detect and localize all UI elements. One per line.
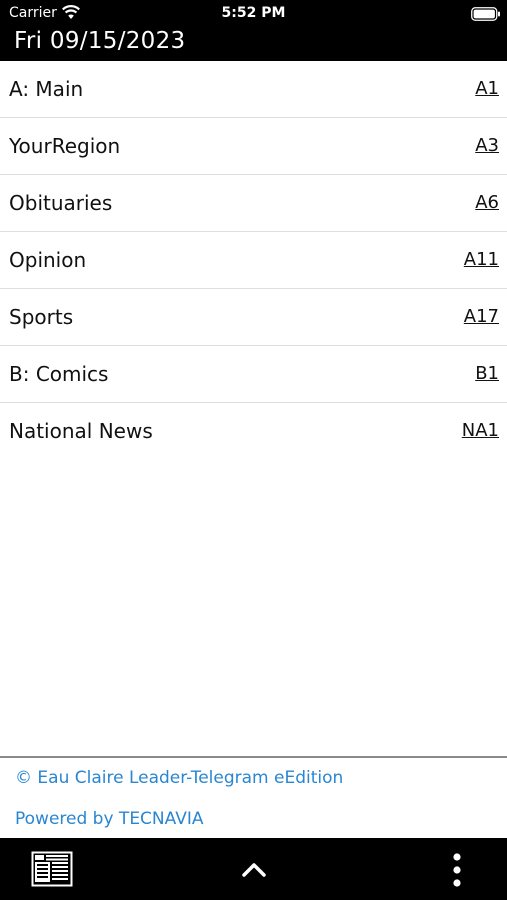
section-page-link[interactable]: A6 — [475, 192, 499, 213]
copyright-link[interactable]: © Eau Claire Leader-Telegram eEdition — [15, 768, 343, 788]
battery-icon — [471, 6, 501, 25]
section-row-yourregion[interactable]: YourRegion A3 — [0, 118, 507, 175]
section-row-national-news[interactable]: National News NA1 — [0, 403, 507, 459]
section-row-comics[interactable]: B: Comics B1 — [0, 346, 507, 403]
more-vertical-icon[interactable] — [446, 852, 468, 888]
footer: © Eau Claire Leader-Telegram eEdition Po… — [0, 756, 507, 840]
section-page-link[interactable]: NA1 — [462, 420, 499, 441]
status-bar: Carrier 5:52 PM — [0, 0, 507, 26]
edition-header: Fri 09/15/2023 — [0, 26, 507, 61]
edition-date: Fri 09/15/2023 — [14, 28, 186, 54]
section-name: YourRegion — [9, 134, 121, 158]
bottom-toolbar — [0, 838, 507, 900]
section-page-link[interactable]: A17 — [464, 306, 499, 327]
section-page-link[interactable]: A11 — [464, 249, 499, 270]
section-page-link[interactable]: B1 — [475, 363, 499, 384]
newspaper-icon[interactable] — [31, 851, 73, 887]
section-name: National News — [9, 419, 153, 443]
section-page-link[interactable]: A1 — [475, 78, 499, 99]
section-list: A: Main A1 YourRegion A3 Obituaries A6 O… — [0, 61, 507, 459]
section-name: A: Main — [9, 77, 84, 101]
powered-by-link[interactable]: Powered by TECNAVIA — [15, 809, 203, 829]
chevron-up-icon[interactable] — [238, 854, 270, 884]
section-row-sports[interactable]: Sports A17 — [0, 289, 507, 346]
section-row-main[interactable]: A: Main A1 — [0, 61, 507, 118]
section-name: Obituaries — [9, 191, 113, 215]
section-row-opinion[interactable]: Opinion A11 — [0, 232, 507, 289]
section-name: Opinion — [9, 248, 87, 272]
clock: 5:52 PM — [221, 5, 286, 21]
section-name: Sports — [9, 305, 74, 329]
section-page-link[interactable]: A3 — [475, 135, 499, 156]
section-name: B: Comics — [9, 362, 109, 386]
section-row-obituaries[interactable]: Obituaries A6 — [0, 175, 507, 232]
